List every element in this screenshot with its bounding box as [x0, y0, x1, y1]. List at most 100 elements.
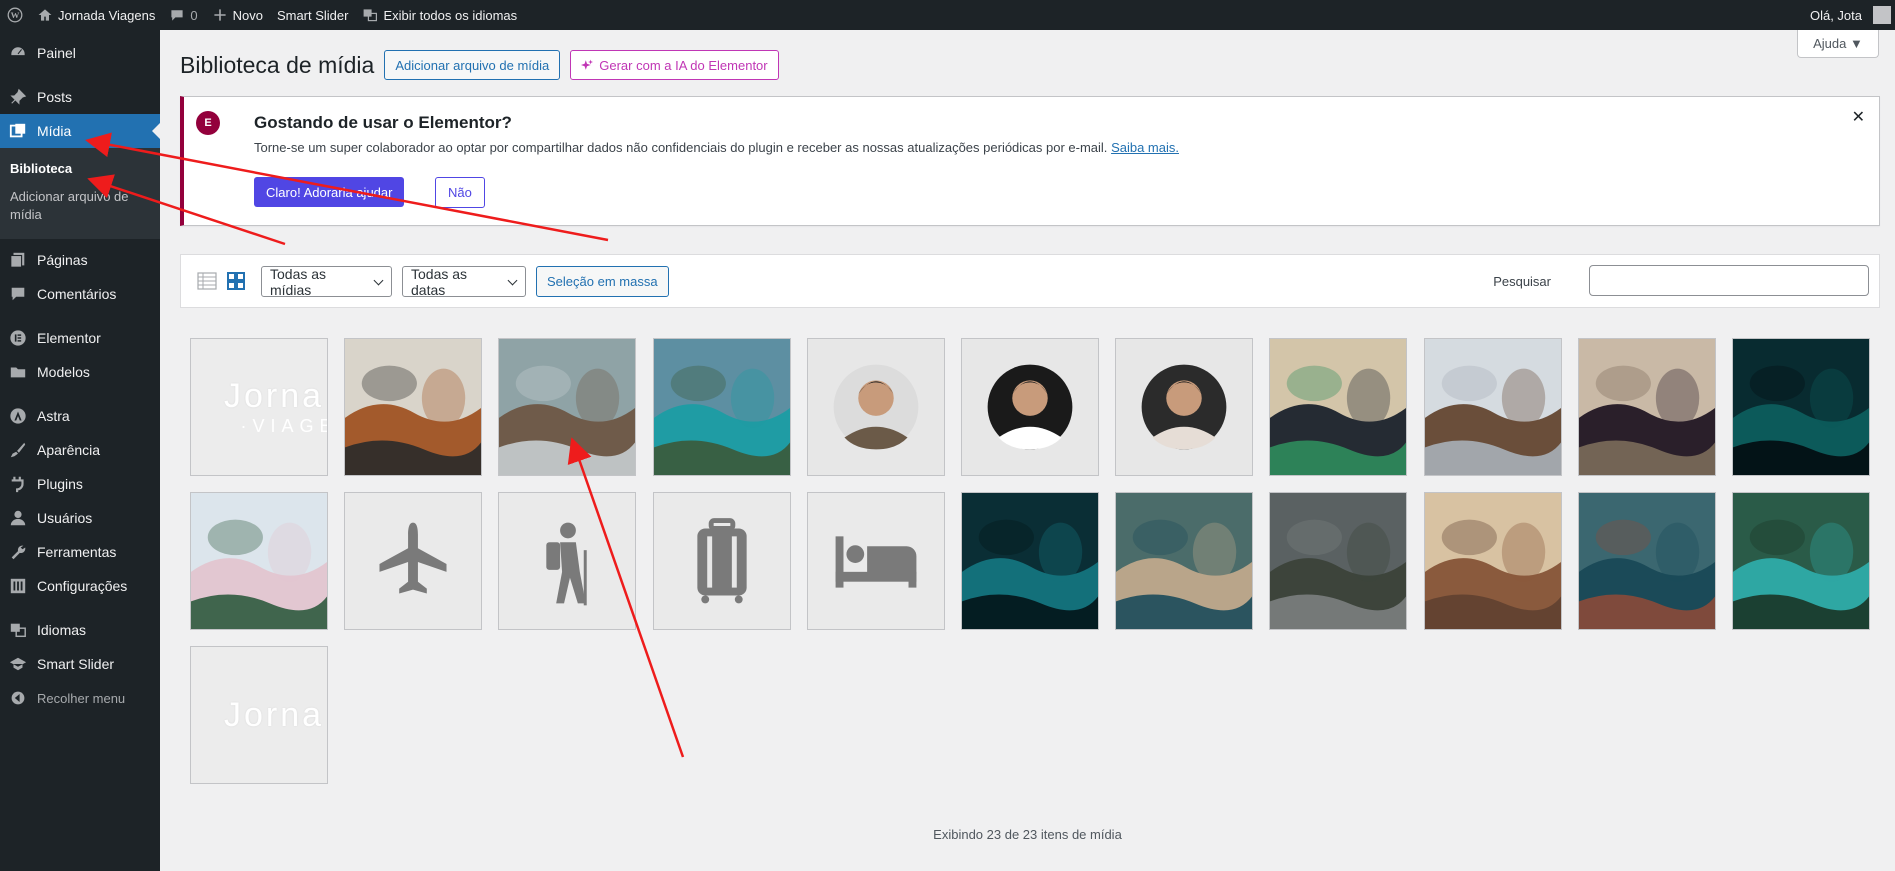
menu-item-configuracoes[interactable]: Configurações [0, 569, 160, 603]
page-title: Biblioteca de mídia [180, 51, 375, 78]
admin-sidebar: Painel Posts Mídia Biblioteca Adicionar … [0, 30, 160, 871]
media-thumb-night-city-1[interactable] [1732, 338, 1870, 476]
media-type-filter[interactable]: Todas as mídias [261, 266, 392, 298]
astra-icon [8, 406, 28, 426]
menu-item-posts[interactable]: Posts [0, 80, 160, 114]
media-thumb-hikers-group[interactable] [498, 338, 637, 476]
media-thumb-night-city-2[interactable] [961, 492, 1099, 631]
luggage-icon [653, 493, 790, 630]
media-thumb-airplane[interactable] [344, 492, 483, 631]
bed-icon [807, 493, 944, 630]
user-account-link[interactable]: Olá, Jota [1803, 0, 1895, 30]
media-thumb-sea-cliff[interactable] [1577, 492, 1716, 631]
opt-out-button[interactable]: Não [435, 177, 485, 208]
comments-link[interactable]: 0 [162, 0, 204, 30]
menu-label-modelos: Modelos [37, 364, 90, 380]
menu-item-modelos[interactable]: Modelos [0, 355, 160, 389]
media-thumb-logo-jornada[interactable]: Jorna ·VIAGE [190, 338, 328, 476]
pages-icon [8, 250, 28, 270]
smart-slider-link[interactable]: Smart Slider [270, 0, 356, 30]
media-thumb-map-travel[interactable] [344, 338, 483, 476]
list-view-icon[interactable] [197, 271, 217, 291]
close-icon[interactable]: ✕ [1852, 107, 1865, 127]
menu-item-painel[interactable]: Painel [0, 36, 160, 70]
media-thumb-theatre[interactable] [1423, 492, 1562, 631]
notice-body: Torne-se um super colaborador ao optar p… [254, 140, 1108, 155]
media-submenu: Biblioteca Adicionar arquivo de mídia [0, 148, 160, 239]
smart-slider-label: Smart Slider [276, 7, 349, 23]
menu-label-idiomas: Idiomas [37, 622, 87, 638]
menu-label-paginas: Páginas [37, 252, 88, 268]
wrench-icon [8, 542, 28, 562]
menu-label-smart-slider: Smart Slider [37, 656, 115, 672]
greeting: Olá, Jota [1809, 7, 1862, 23]
generate-ai-label: Gerar com a IA do Elementor [599, 57, 768, 73]
sparkle-icon [581, 59, 594, 70]
brush-icon [8, 440, 28, 460]
menu-item-paginas[interactable]: Páginas [0, 243, 160, 277]
media-thumb-machu-picchu[interactable] [1269, 492, 1408, 631]
menu-item-idiomas[interactable]: Idiomas [0, 613, 160, 647]
media-thumb-suitcase-top[interactable] [1269, 338, 1408, 476]
grid-view-icon[interactable] [226, 271, 246, 291]
search-input[interactable] [1589, 265, 1869, 296]
menu-label-aparencia: Aparência [37, 442, 101, 458]
new-content-link[interactable]: Novo [205, 0, 270, 30]
menu-label-posts: Posts [37, 89, 73, 105]
logo-text: Jorna [223, 695, 325, 734]
plus-icon [213, 9, 226, 21]
menu-item-aparencia[interactable]: Aparência [0, 433, 160, 467]
page-header: Biblioteca de mídia Adicionar arquivo de… [180, 50, 779, 80]
generate-ai-button[interactable]: Gerar com a IA do Elementor [570, 50, 779, 80]
menu-item-smart-slider[interactable]: Smart Slider [0, 647, 160, 681]
elementor-notice: E Gostando de usar o Elementor? Torne-se… [180, 96, 1880, 226]
add-media-button[interactable]: Adicionar arquivo de mídia [384, 50, 561, 80]
menu-item-elementor[interactable]: Elementor [0, 321, 160, 355]
help-tab[interactable]: Ajuda ▼ [1797, 30, 1879, 58]
site-name-link[interactable]: Jornada Viagens [30, 0, 162, 30]
opt-in-button[interactable]: Claro! Adoraria ajudar [254, 177, 405, 207]
menu-item-astra[interactable]: Astra [0, 399, 160, 433]
media-thumb-castle-blossom[interactable] [190, 492, 328, 631]
media-thumb-passport[interactable] [1577, 338, 1716, 476]
menu-label-painel: Painel [37, 45, 76, 61]
menu-label-usuarios: Usuários [37, 510, 93, 526]
menu-label-configuracoes: Configurações [37, 578, 128, 594]
airplane-icon [345, 493, 482, 630]
menu-item-plugins[interactable]: Plugins [0, 467, 160, 501]
comments-count: 0 [190, 7, 198, 23]
learn-more-link[interactable]: Saiba mais. [1111, 140, 1179, 155]
languages-link[interactable]: Exibir todos os idiomas [355, 0, 524, 30]
menu-item-midia[interactable]: Mídia [0, 114, 160, 148]
bulk-select-button[interactable]: Seleção em massa [536, 266, 669, 297]
media-thumb-coast-city[interactable] [1115, 492, 1254, 631]
media-thumb-avatar-woman[interactable] [1115, 338, 1254, 476]
media-thumb-bed[interactable] [806, 492, 945, 631]
media-thumb-avatar-man-2[interactable] [961, 338, 1099, 476]
menu-label-comentarios: Comentários [37, 286, 117, 302]
logo-text: Jorna [223, 377, 325, 415]
media-thumb-logo-jornada-2[interactable]: Jorna [190, 646, 328, 785]
new-label: Novo [232, 7, 263, 23]
wordpress-logo-icon[interactable]: W [0, 0, 30, 30]
menu-item-usuarios[interactable]: Usuários [0, 501, 160, 535]
hiker-icon [499, 493, 636, 630]
media-thumb-river-boat[interactable] [1732, 492, 1870, 631]
logo-sub: ·VIAGE [240, 416, 328, 436]
collapse-menu-button[interactable]: Recolher menu [0, 681, 160, 715]
site-name: Jornada Viagens [58, 7, 156, 23]
date-filter[interactable]: Todas as datas [402, 266, 526, 298]
media-thumb-avatar-man-1[interactable] [806, 338, 945, 476]
menu-item-ferramentas[interactable]: Ferramentas [0, 535, 160, 569]
media-thumb-hiker[interactable] [498, 492, 637, 631]
submenu-biblioteca[interactable]: Biblioteca [0, 155, 160, 183]
plugin-icon [8, 474, 28, 494]
submenu-adicionar[interactable]: Adicionar arquivo de mídia [0, 183, 140, 229]
media-thumb-women-bridge[interactable] [1423, 338, 1562, 476]
dashboard-icon [8, 43, 28, 63]
menu-item-comentarios[interactable]: Comentários [0, 277, 160, 311]
menu-label-astra: Astra [37, 408, 70, 424]
media-thumb-mountain-lake[interactable] [652, 338, 791, 476]
media-thumb-luggage[interactable] [652, 492, 791, 631]
media-count: Exibindo 23 de 23 itens de mídia [933, 827, 1122, 842]
